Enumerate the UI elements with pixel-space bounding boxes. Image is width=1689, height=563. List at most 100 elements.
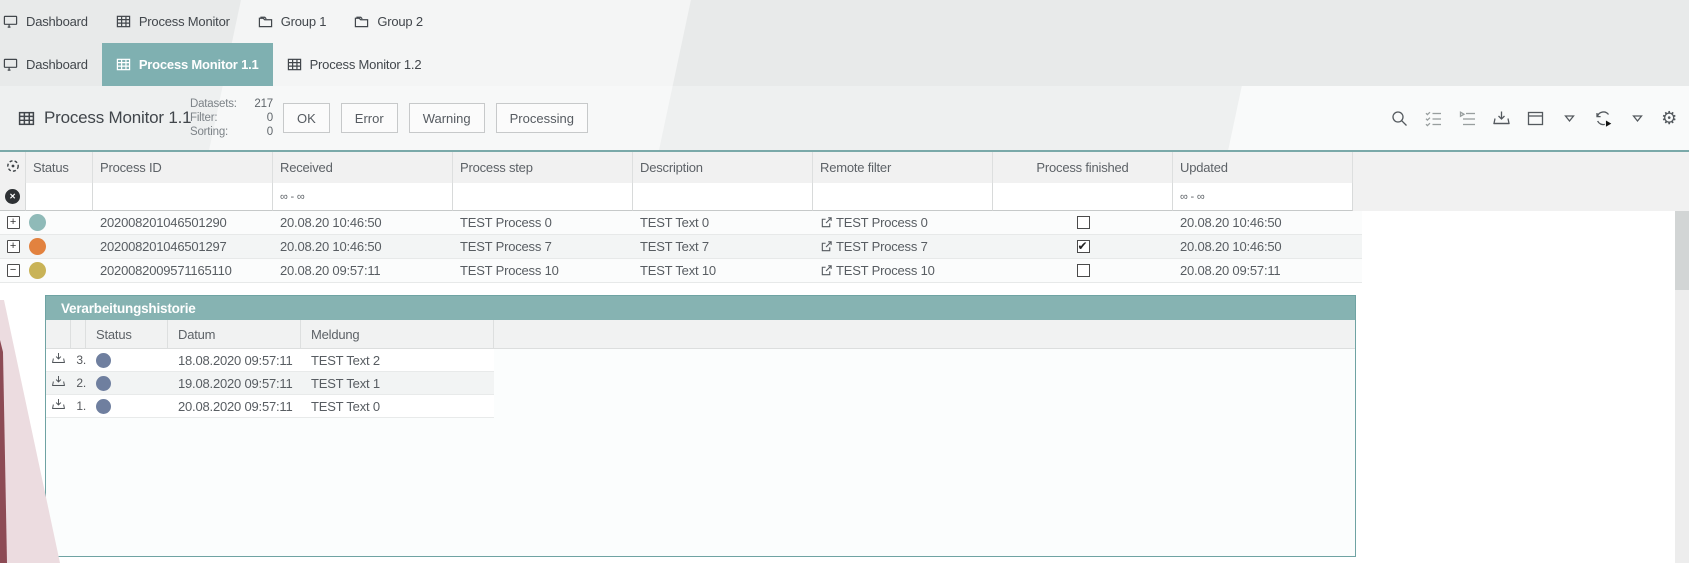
- filter-process-finished[interactable]: [993, 183, 1173, 211]
- dataset-stats: Datasets: 217 Filter: 0 Sorting: 0: [190, 97, 273, 139]
- detail-row[interactable]: 3. 18.08.2020 09:57:11 TEST Text 2: [46, 349, 494, 372]
- filter-updated[interactable]: ∞ - ∞: [1173, 183, 1353, 211]
- column-header-remote-filter[interactable]: Remote filter: [813, 152, 993, 183]
- gear-icon[interactable]: ⚙: [1661, 109, 1677, 127]
- filter-process-step[interactable]: [453, 183, 633, 211]
- table-row[interactable]: + 202008201046501290 20.08.20 10:46:50 T…: [0, 211, 1362, 235]
- collapse-button[interactable]: −: [6, 264, 20, 277]
- download-icon[interactable]: [51, 351, 66, 369]
- column-header-process-step[interactable]: Process step: [453, 152, 633, 183]
- status-indicator: [96, 352, 111, 368]
- filter-received[interactable]: ∞ - ∞: [273, 183, 453, 211]
- clear-filter-icon[interactable]: ✕: [5, 189, 20, 204]
- remote-filter-link[interactable]: TEST Process 7: [820, 239, 928, 254]
- cell-process-id: 202008201046501290: [100, 215, 227, 230]
- column-header-description[interactable]: Description: [633, 152, 813, 183]
- detail-row-number: 2.: [76, 376, 86, 390]
- process-finished-checkbox[interactable]: [1076, 264, 1090, 277]
- remote-filter-link[interactable]: TEST Process 10: [820, 263, 935, 278]
- process-monitor-app: Dashboard Process Monitor Group 1 Group …: [0, 0, 1689, 563]
- search-icon[interactable]: [1389, 108, 1409, 128]
- stat-label: Sorting:: [190, 126, 229, 138]
- stat-label: Filter:: [190, 112, 218, 124]
- caret-down-icon[interactable]: [1627, 108, 1647, 128]
- grid-icon: [116, 57, 131, 72]
- detail-number-column: [71, 320, 86, 348]
- window-icon[interactable]: [1525, 108, 1545, 128]
- checklist-icon[interactable]: [1423, 108, 1443, 128]
- vertical-scrollbar-thumb[interactable]: [1675, 211, 1689, 290]
- detail-row[interactable]: 2. 19.08.2020 09:57:11 TEST Text 1: [46, 372, 494, 395]
- grid-icon: [116, 14, 131, 29]
- expand-button[interactable]: +: [6, 240, 20, 253]
- tab-bar-level1: Dashboard Process Monitor Group 1 Group …: [3, 0, 437, 43]
- filter-process-id[interactable]: [93, 183, 273, 211]
- detail-column-datum[interactable]: Datum: [168, 320, 301, 348]
- remote-filter-link[interactable]: TEST Process 0: [820, 215, 928, 230]
- cell-updated: 20.08.20 10:46:50: [1180, 215, 1282, 230]
- tab-dashboard[interactable]: Dashboard: [3, 0, 102, 43]
- cell-process-step: TEST Process 7: [460, 239, 552, 254]
- filter-description[interactable]: [633, 183, 813, 211]
- external-link-icon: [820, 264, 833, 277]
- tab-dashboard-2[interactable]: Dashboard: [3, 43, 102, 86]
- detail-datum: 20.08.2020 09:57:11: [178, 398, 293, 414]
- cell-process-id: 202008201046501297: [100, 239, 227, 254]
- tab-process-monitor-1-1[interactable]: Process Monitor 1.1: [101, 43, 273, 86]
- detail-row[interactable]: 1. 20.08.2020 09:57:11 TEST Text 0: [46, 395, 494, 418]
- cell-received: 20.08.20 09:57:11: [280, 263, 381, 278]
- status-indicator: [29, 262, 46, 279]
- tab-label: Group 1: [280, 14, 327, 29]
- header-filler: [1353, 152, 1689, 183]
- status-filter-buttons: OK Error Warning Processing: [283, 103, 588, 133]
- download-icon[interactable]: [51, 397, 66, 415]
- warning-filter-button[interactable]: Warning: [408, 103, 485, 133]
- process-table: Status Process ID Received Process step …: [0, 150, 1689, 283]
- detail-column-status[interactable]: Status: [86, 320, 168, 348]
- tab-group-1[interactable]: Group 1: [244, 0, 341, 43]
- status-indicator: [96, 398, 111, 414]
- tab-process-monitor[interactable]: Process Monitor: [102, 0, 244, 43]
- refresh-run-icon[interactable]: [1593, 108, 1613, 128]
- download-icon[interactable]: [1491, 108, 1511, 128]
- tab-process-monitor-1-2[interactable]: Process Monitor 1.2: [273, 43, 436, 86]
- tab-label: Process Monitor 1.1: [138, 57, 259, 72]
- stat-value: 0: [266, 112, 273, 124]
- download-icon[interactable]: [51, 374, 66, 392]
- toolbar: ⚙: [1389, 86, 1677, 150]
- detail-datum: 18.08.2020 09:57:11: [178, 352, 293, 368]
- dashboard-icon: [3, 14, 18, 29]
- process-finished-checkbox[interactable]: [1076, 216, 1090, 229]
- processing-filter-button[interactable]: Processing: [495, 103, 588, 133]
- folder-icon: [354, 14, 369, 29]
- folder-icon: [258, 14, 273, 29]
- expand-button[interactable]: +: [6, 216, 20, 229]
- detail-row-number: 1.: [76, 399, 86, 413]
- detail-meldung: TEST Text 0: [311, 398, 380, 414]
- table-row-expanded[interactable]: − 2020082009571165110 20.08.20 09:57:11 …: [0, 259, 1362, 283]
- table-row[interactable]: + 202008201046501297 20.08.20 10:46:50 T…: [0, 235, 1362, 259]
- status-indicator: [96, 375, 111, 391]
- column-header-process-id[interactable]: Process ID: [93, 152, 273, 183]
- playlist-icon[interactable]: [1457, 108, 1477, 128]
- tab-bar-level2: Dashboard Process Monitor 1.1 Process Mo…: [3, 43, 435, 86]
- column-header-received[interactable]: Received: [273, 152, 453, 183]
- filter-remote-filter[interactable]: [813, 183, 993, 211]
- panel-header: Process Monitor 1.1 Datasets: 217 Filter:…: [0, 86, 1689, 150]
- error-filter-button[interactable]: Error: [340, 103, 398, 133]
- ok-filter-button[interactable]: OK: [283, 103, 330, 133]
- external-link-icon: [820, 216, 833, 229]
- detail-column-meldung[interactable]: Meldung: [301, 320, 494, 348]
- clear-filter-icon-wrap: ✕: [0, 183, 26, 211]
- detail-datum: 19.08.2020 09:57:11: [178, 375, 293, 391]
- tab-group-2[interactable]: Group 2: [340, 0, 437, 43]
- caret-down-icon[interactable]: [1559, 108, 1579, 128]
- column-header-process-finished[interactable]: Process finished: [993, 152, 1173, 183]
- filter-status[interactable]: [26, 183, 93, 211]
- detail-panel-title: Verarbeitungshistorie: [46, 296, 1355, 320]
- column-header-status[interactable]: Status: [26, 152, 93, 183]
- grid-icon: [287, 57, 302, 72]
- locate-icon[interactable]: [0, 152, 26, 183]
- process-finished-checkbox[interactable]: [1076, 239, 1090, 253]
- column-header-updated[interactable]: Updated: [1173, 152, 1353, 183]
